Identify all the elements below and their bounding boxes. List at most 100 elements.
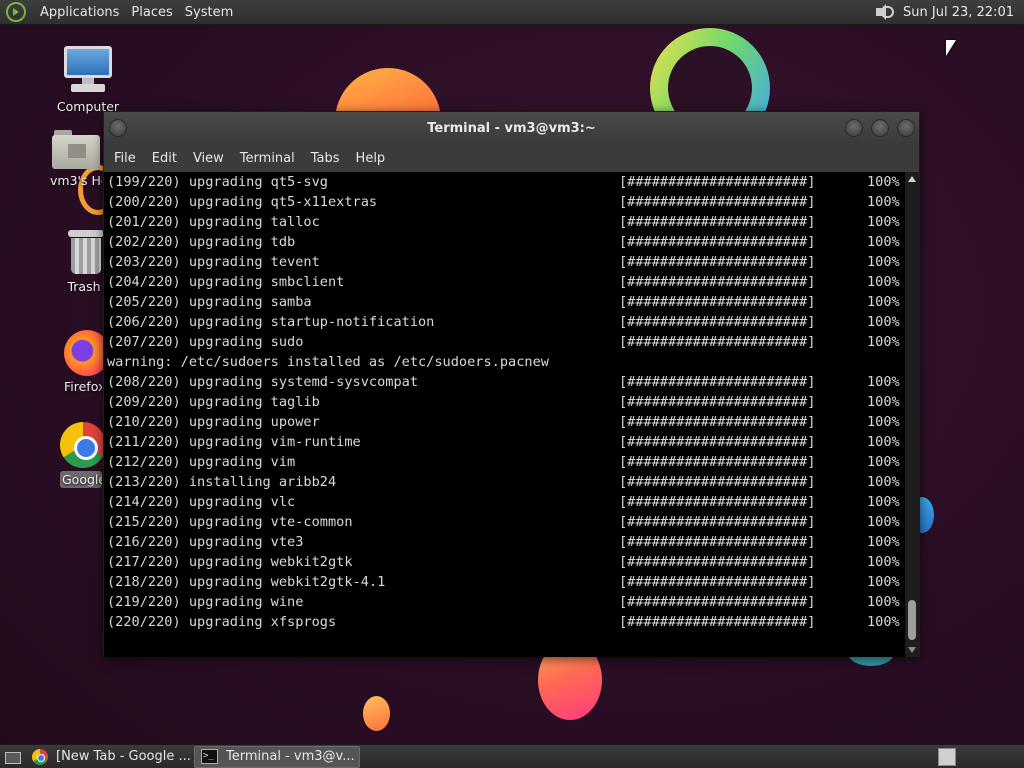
terminal-progress-bar: [######################]	[619, 474, 816, 490]
terminal-line-text: (210/220) upgrading upower	[107, 414, 320, 430]
terminal-progress-percent: 100%	[867, 474, 900, 490]
terminal-line: (202/220) upgrading tdb [################…	[107, 232, 907, 252]
terminal-line: (219/220) upgrading wine [###############…	[107, 592, 907, 612]
desktop-icon-label: Firefox	[64, 379, 102, 394]
trash-icon	[66, 230, 106, 276]
desktop-icon-chrome[interactable]: Google Chrome	[60, 422, 106, 488]
menu-file[interactable]: File	[106, 151, 144, 166]
terminal-progress-bar: [######################]	[619, 554, 816, 570]
terminal-line: (207/220) upgrading sudo [###############…	[107, 332, 907, 352]
terminal-line-text: (216/220) upgrading vte3	[107, 534, 304, 550]
terminal-progress-bar: [######################]	[619, 374, 816, 390]
desktop-icon-firefox[interactable]: Firefox	[64, 330, 110, 394]
terminal-line-text: (201/220) upgrading talloc	[107, 214, 320, 230]
terminal-line: (212/220) upgrading vim [################…	[107, 452, 907, 472]
terminal-progress-percent: 100%	[867, 554, 900, 570]
terminal-progress-bar: [######################]	[619, 594, 816, 610]
scrollbar-thumb[interactable]	[908, 600, 916, 640]
terminal-line: (217/220) upgrading webkit2gtk [#########…	[107, 552, 907, 572]
terminal-line: warning: /etc/sudoers installed as /etc/…	[107, 352, 907, 372]
terminal-line: (218/220) upgrading webkit2gtk-4.1 [#####…	[107, 572, 907, 592]
terminal-line-text: (204/220) upgrading smbclient	[107, 274, 345, 290]
terminal-progress-percent: 100%	[867, 174, 900, 190]
desktop-icon-computer[interactable]: Computer	[50, 46, 126, 114]
terminal-progress-percent: 100%	[867, 614, 900, 630]
home-folder-icon	[52, 128, 100, 170]
terminal-progress-percent: 100%	[867, 274, 900, 290]
scroll-down-icon[interactable]	[908, 647, 916, 653]
terminal-progress-bar: [######################]	[619, 214, 816, 230]
terminal-progress-bar: [######################]	[619, 394, 816, 410]
terminal-line: (203/220) upgrading tevent [#############…	[107, 252, 907, 272]
desktop-icon-trash[interactable]: Trash	[66, 230, 104, 294]
taskbar-item-chrome[interactable]: [New Tab - Google ...	[26, 746, 192, 768]
top-panel: Applications Places System Sun Jul 23, 2…	[0, 0, 1024, 25]
terminal-progress-bar: [######################]	[619, 534, 816, 550]
maximize-button[interactable]	[871, 119, 889, 137]
terminal-progress-bar: [######################]	[619, 314, 816, 330]
terminal-line: (209/220) upgrading taglib [#############…	[107, 392, 907, 412]
wallpaper-shape	[363, 696, 390, 731]
computer-icon	[63, 46, 113, 96]
terminal-line: (220/220) upgrading xfsprogs [###########…	[107, 612, 907, 632]
menu-terminal[interactable]: Terminal	[232, 151, 303, 166]
terminal-progress-percent: 100%	[867, 414, 900, 430]
terminal-line-text: (206/220) upgrading startup-notification	[107, 314, 435, 330]
terminal-progress-bar: [######################]	[619, 514, 816, 530]
scroll-up-icon[interactable]	[908, 176, 916, 182]
chrome-icon	[60, 422, 106, 468]
terminal-progress-percent: 100%	[867, 194, 900, 210]
terminal-line-text: (217/220) upgrading webkit2gtk	[107, 554, 353, 570]
terminal-line-text: (199/220) upgrading qt5-svg	[107, 174, 328, 190]
terminal-progress-percent: 100%	[867, 254, 900, 270]
workspace-switcher[interactable]	[938, 747, 956, 766]
taskbar-item-terminal[interactable]: >_ Terminal - vm3@v...	[194, 745, 360, 768]
applications-menu[interactable]: Applications	[34, 5, 125, 20]
terminal-progress-percent: 100%	[867, 234, 900, 250]
terminal-line: (210/220) upgrading upower [#############…	[107, 412, 907, 432]
places-menu[interactable]: Places	[125, 5, 178, 20]
panel-clock[interactable]: Sun Jul 23, 22:01	[903, 5, 1014, 20]
terminal-progress-percent: 100%	[867, 494, 900, 510]
terminal-line: (199/220) upgrading qt5-svg [############…	[107, 172, 907, 192]
mint-logo-icon[interactable]	[6, 2, 26, 22]
terminal-progress-bar: [######################]	[619, 254, 816, 270]
terminal-line-text: (202/220) upgrading tdb	[107, 234, 296, 250]
terminal-line-text: (205/220) upgrading samba	[107, 294, 312, 310]
terminal-lines: (199/220) upgrading qt5-svg [############…	[104, 172, 907, 632]
menu-view[interactable]: View	[185, 151, 232, 166]
terminal-line: (213/220) installing aribb24 [###########…	[107, 472, 907, 492]
terminal-line-text: (207/220) upgrading sudo	[107, 334, 304, 350]
desktop-icon-label: vm3's Home	[50, 173, 102, 188]
terminal-line-text: (214/220) upgrading vlc	[107, 494, 296, 510]
show-desktop-icon[interactable]	[2, 746, 24, 768]
taskbar-item-label: [New Tab - Google ...	[56, 749, 191, 764]
terminal-line: (201/220) upgrading talloc [#############…	[107, 212, 907, 232]
terminal-progress-bar: [######################]	[619, 294, 816, 310]
terminal-line-text: (220/220) upgrading xfsprogs	[107, 614, 337, 630]
volume-icon[interactable]	[873, 3, 895, 21]
terminal-progress-bar: [######################]	[619, 334, 816, 350]
terminal-line-text: warning: /etc/sudoers installed as /etc/…	[107, 354, 549, 370]
terminal-progress-percent: 100%	[867, 454, 900, 470]
mouse-cursor-icon	[946, 40, 956, 56]
menu-help[interactable]: Help	[348, 151, 394, 166]
window-titlebar[interactable]: Terminal - vm3@vm3:~	[104, 112, 919, 144]
system-menu[interactable]: System	[179, 5, 239, 20]
panel-tray: Sun Jul 23, 22:01	[873, 3, 1024, 21]
minimize-button[interactable]	[845, 119, 863, 137]
terminal-line-text: (218/220) upgrading webkit2gtk-4.1	[107, 574, 386, 590]
terminal-progress-percent: 100%	[867, 294, 900, 310]
terminal-output[interactable]: (199/220) upgrading qt5-svg [############…	[104, 172, 907, 657]
terminal-scrollbar[interactable]	[905, 172, 919, 657]
menu-edit[interactable]: Edit	[144, 151, 185, 166]
menu-tabs[interactable]: Tabs	[303, 151, 348, 166]
terminal-progress-percent: 100%	[867, 214, 900, 230]
terminal-window[interactable]: Terminal - vm3@vm3:~ File Edit View Term…	[103, 111, 920, 657]
desktop-icon-home[interactable]: vm3's Home	[50, 128, 102, 188]
terminal-progress-percent: 100%	[867, 334, 900, 350]
window-menu-button[interactable]	[109, 119, 127, 137]
close-button[interactable]	[897, 119, 915, 137]
terminal-progress-percent: 100%	[867, 594, 900, 610]
terminal-line: (215/220) upgrading vte-common [#########…	[107, 512, 907, 532]
